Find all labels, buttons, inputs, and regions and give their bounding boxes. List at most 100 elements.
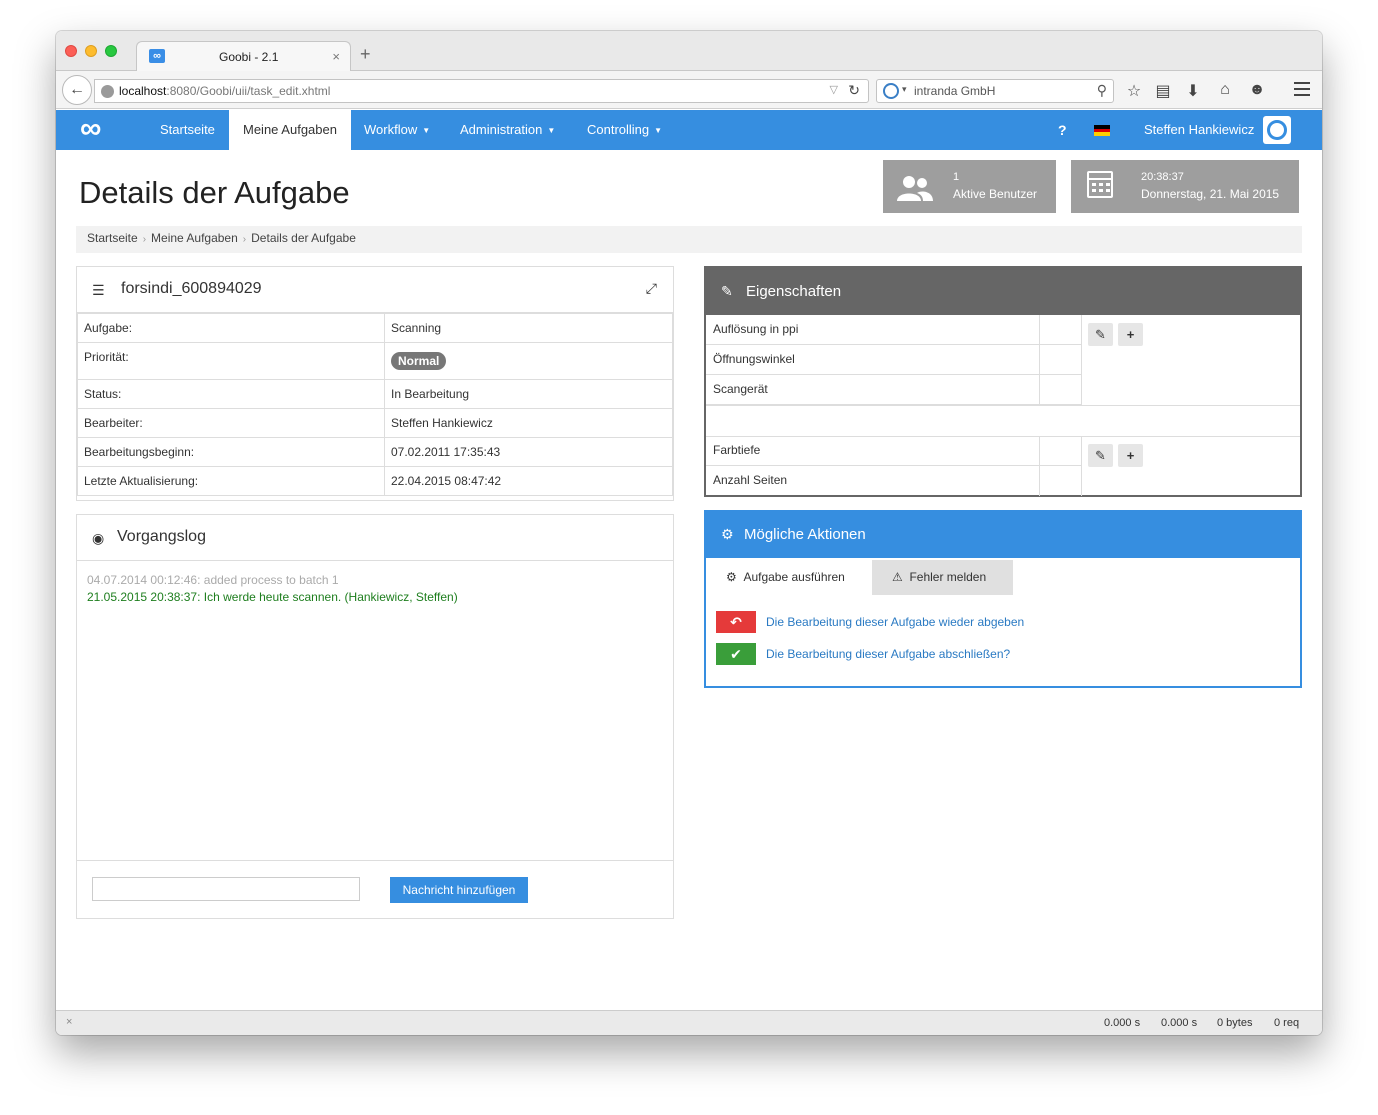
table-row: Bearbeiter: Steffen Hankiewicz	[77, 408, 673, 438]
log-message-input[interactable]	[92, 877, 360, 901]
property-row: Öffnungswinkel	[706, 345, 1040, 375]
search-bar[interactable]: ▾ intranda GmbH ⚲	[876, 79, 1114, 103]
detail-key: Bearbeiter:	[77, 408, 385, 438]
property-row: Anzahl Seiten	[706, 466, 1040, 496]
reload-icon[interactable]: ↻	[848, 82, 860, 99]
home-icon[interactable]: ⌂	[1214, 81, 1236, 99]
nav-item-startseite[interactable]: Startseite	[146, 110, 229, 150]
goobi-app: ∞ Startseite Meine Aufgaben Workflow ▼ Ad…	[56, 110, 1322, 1010]
url-dropdown-icon[interactable]: ▽	[830, 83, 838, 96]
search-engine-icon[interactable]	[883, 83, 899, 99]
edit-property-group-button[interactable]: ✎	[1088, 444, 1113, 467]
search-engine-caret-icon[interactable]: ▾	[902, 84, 907, 95]
detail-value: Normal	[384, 342, 673, 380]
browser-toolbar: ← localhost:8080/Goobi/uii/task_edit.xht…	[56, 71, 1322, 109]
gear-icon: ⚙	[721, 526, 734, 542]
detail-key: Aufgabe:	[77, 313, 385, 343]
process-log-header: ◉ Vorgangslog	[77, 515, 673, 561]
check-icon: ✔	[730, 646, 742, 662]
bookmark-star-icon[interactable]: ☆	[1123, 81, 1145, 101]
edit-property-group-button[interactable]: ✎	[1088, 323, 1113, 346]
status-time-2: 0.000 s	[1161, 1017, 1198, 1029]
process-log-title: Vorgangslog	[117, 528, 206, 545]
reading-list-icon[interactable]: ▤	[1152, 81, 1174, 101]
back-arrow-icon: ←	[69, 81, 85, 98]
return-task-link[interactable]: Die Bearbeitung dieser Aufgabe wieder ab…	[766, 615, 1024, 629]
property-row: Auflösung in ppi	[706, 315, 1040, 345]
detail-value: Steffen Hankiewicz	[384, 408, 673, 438]
tab-report-error[interactable]: ⚠ Fehler melden	[872, 560, 1013, 595]
main-navigation: ∞ Startseite Meine Aufgaben Workflow ▼ Ad…	[56, 110, 1322, 150]
undo-icon: ↶	[730, 614, 742, 630]
help-icon[interactable]: ?	[1058, 110, 1067, 150]
finish-task-button[interactable]: ✔	[716, 643, 756, 665]
breadcrumb-separator-icon: ›	[142, 234, 147, 245]
status-time-1: 0.000 s	[1104, 1017, 1141, 1029]
comment-icon: ◉	[92, 530, 105, 546]
property-group-divider	[706, 405, 1300, 437]
zoom-window-button[interactable]	[105, 45, 117, 57]
possible-actions-title: Mögliche Aktionen	[744, 526, 866, 543]
breadcrumb-startseite[interactable]: Startseite	[87, 231, 138, 245]
property-value	[1040, 436, 1082, 466]
url-bar[interactable]: localhost:8080/Goobi/uii/task_edit.xhtml…	[94, 79, 869, 103]
properties-panel: ✎ Eigenschaften Auflösung in ppi Öffnung…	[704, 266, 1302, 497]
finish-task-link[interactable]: Die Bearbeitung dieser Aufgabe abschließ…	[766, 647, 1010, 661]
log-footer: Nachricht hinzufügen	[77, 860, 673, 919]
log-entry: 21.05.2015 20:38:37: Ich werde heute sca…	[87, 590, 458, 604]
chat-icon[interactable]: ☻	[1246, 81, 1268, 99]
download-icon[interactable]: ⬇	[1182, 81, 1204, 101]
detail-value: 07.02.2011 17:35:43	[384, 437, 673, 467]
plus-icon: +	[1126, 327, 1135, 342]
user-menu[interactable]: Steffen Hankiewicz	[1144, 110, 1254, 150]
list-icon: ☰	[92, 282, 105, 298]
tab-close-icon[interactable]: ×	[332, 49, 340, 64]
pencil-icon: ✎	[1095, 327, 1106, 342]
expand-icon[interactable]: ⤢	[646, 280, 657, 297]
current-date: Donnerstag, 21. Mai 2015	[1141, 187, 1280, 201]
browser-tab[interactable]: ∞ Goobi - 2.1 ×	[136, 41, 351, 72]
detail-value: Scanning	[384, 313, 673, 343]
detail-key: Letzte Aktualisierung:	[77, 466, 385, 496]
properties-header: ✎ Eigenschaften	[706, 268, 1300, 315]
minimize-window-button[interactable]	[85, 45, 97, 57]
avatar[interactable]	[1263, 116, 1291, 144]
search-input[interactable]: intranda GmbH	[914, 84, 995, 98]
property-value	[1040, 375, 1082, 405]
nav-item-meine-aufgaben[interactable]: Meine Aufgaben	[229, 110, 351, 150]
breadcrumb-meine-aufgaben[interactable]: Meine Aufgaben	[151, 231, 238, 245]
close-window-button[interactable]	[65, 45, 77, 57]
close-statusbar-icon[interactable]: ×	[66, 1016, 72, 1028]
plus-icon: +	[1126, 448, 1135, 463]
add-message-button[interactable]: Nachricht hinzufügen	[390, 877, 528, 903]
return-task-button[interactable]: ↶	[716, 611, 756, 633]
detail-key: Status:	[77, 379, 385, 409]
menu-icon[interactable]	[1294, 82, 1310, 100]
search-icon[interactable]: ⚲	[1097, 82, 1107, 99]
property-row: Farbtiefe	[706, 436, 1040, 466]
detail-value: 22.04.2015 08:47:42	[384, 466, 673, 496]
task-details-panel: ☰ forsindi_600894029 ⤢ Aufgabe: Scanning…	[76, 266, 674, 501]
process-title: forsindi_600894029	[121, 280, 262, 297]
add-property-button[interactable]: +	[1118, 323, 1143, 346]
nav-item-workflow[interactable]: Workflow ▼	[350, 110, 444, 150]
calendar-icon	[1087, 171, 1113, 198]
chevron-down-icon: ▼	[654, 125, 663, 135]
german-flag-icon[interactable]	[1094, 125, 1110, 136]
goobi-logo-icon[interactable]: ∞	[80, 114, 101, 144]
table-row: Bearbeitungsbeginn: 07.02.2011 17:35:43	[77, 437, 673, 467]
tab-execute-task[interactable]: ⚙ Aufgabe ausführen	[706, 560, 865, 595]
warning-icon: ⚠	[892, 570, 903, 584]
edit-icon: ✎	[721, 283, 733, 299]
breadcrumb: Startseite › Meine Aufgaben › Details der Au…	[76, 226, 1302, 253]
goobi-favicon-icon: ∞	[149, 49, 165, 63]
new-tab-button[interactable]: +	[360, 44, 371, 65]
pencil-icon: ✎	[1095, 448, 1106, 463]
property-value	[1040, 345, 1082, 375]
back-button[interactable]: ←	[62, 75, 92, 105]
add-property-button[interactable]: +	[1118, 444, 1143, 467]
nav-item-administration[interactable]: Administration ▼	[446, 110, 569, 150]
possible-actions-header: ⚙ Mögliche Aktionen	[706, 512, 1300, 558]
active-users-count: 1	[953, 171, 960, 183]
nav-item-controlling[interactable]: Controlling ▼	[573, 110, 676, 150]
